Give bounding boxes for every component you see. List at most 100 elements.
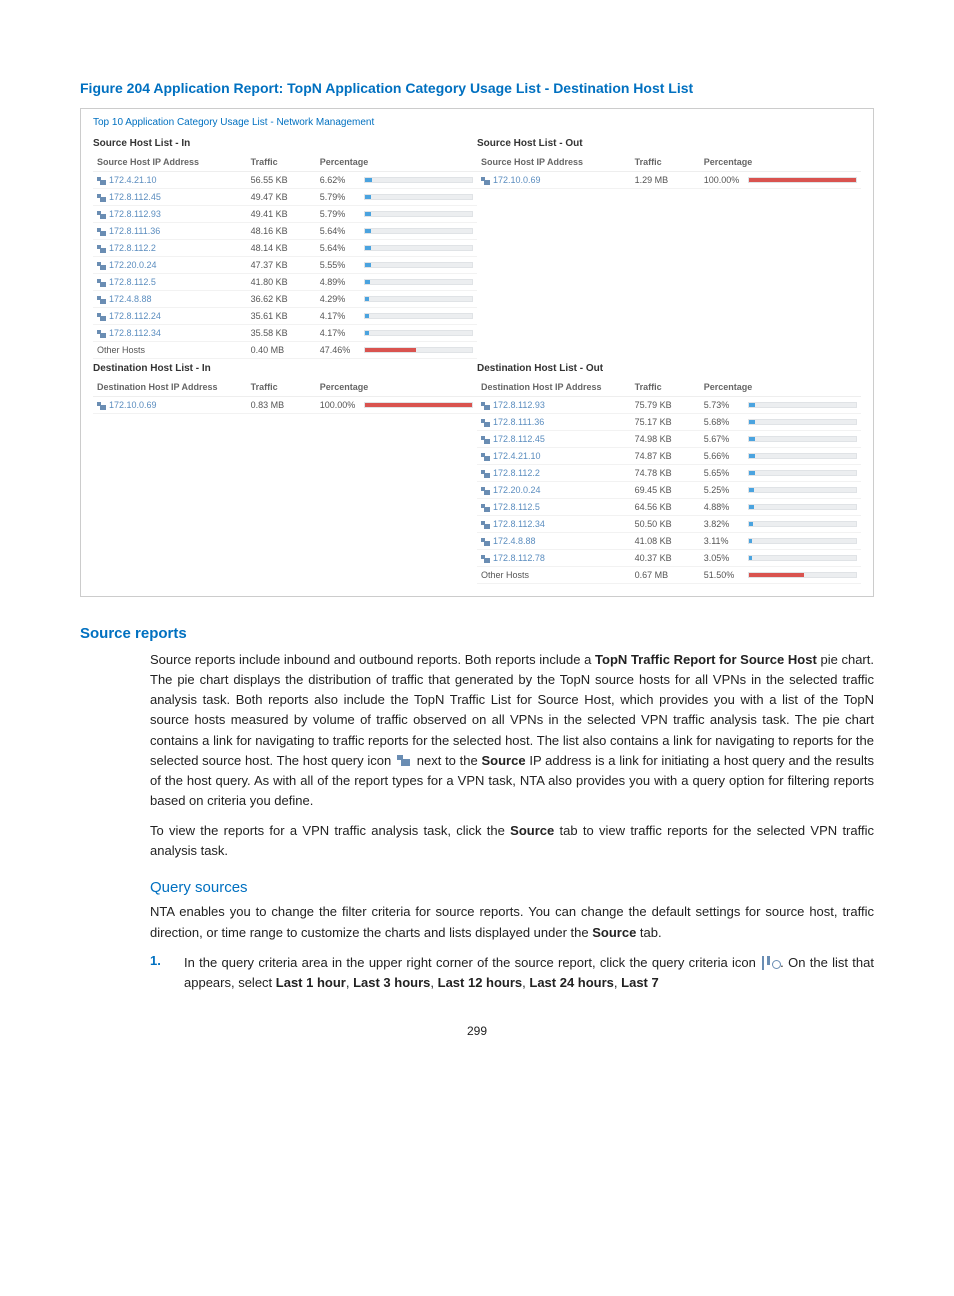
ip-address-link[interactable]: 172.8.112.34 [93,325,247,342]
percentage-bar-fill [365,331,369,335]
column-header: Destination Host IP Address [93,378,247,397]
ip-address-link[interactable]: 172.8.112.34 [477,516,631,533]
body-text: NTA enables you to change the filter cri… [150,902,874,942]
report-panel: Destination Host List - InDestination Ho… [93,359,477,584]
ordered-list: 1. In the query criteria area in the upp… [150,953,874,995]
traffic-cell: 75.17 KB [631,414,700,431]
ip-address-link[interactable]: 172.10.0.69 [93,397,247,414]
data-table: Source Host IP AddressTrafficPercentage1… [477,153,861,189]
ip-address-link[interactable]: 172.8.111.36 [93,223,247,240]
table-row: 172.8.112.7840.37 KB3.05% [477,550,861,567]
column-header: Percentage [316,153,477,172]
host-icon [481,487,490,495]
table-row: 172.20.0.2447.37 KB5.55% [93,257,477,274]
host-icon [481,177,490,185]
ip-address-link[interactable]: 172.8.112.2 [93,240,247,257]
percentage-cell: 3.05% [700,550,861,567]
percentage-bar [748,419,857,425]
ip-address-link[interactable]: 172.10.0.69 [477,172,631,189]
panel-title: Source Host List - In [93,134,477,153]
ip-text: 172.4.21.10 [493,451,541,461]
traffic-cell: 41.08 KB [631,533,700,550]
ip-address-link[interactable]: 172.8.112.2 [477,465,631,482]
list-number: 1. [150,953,166,995]
table-row: 172.8.112.4574.98 KB5.67% [477,431,861,448]
column-header: Percentage [700,378,861,397]
table-row: 172.8.112.248.14 KB5.64% [93,240,477,257]
percentage-bar-fill [365,246,371,250]
ip-address-link[interactable]: 172.4.8.88 [93,291,247,308]
ip-address-link[interactable]: 172.20.0.24 [477,482,631,499]
ip-text: 172.8.112.24 [109,311,161,321]
host-icon [97,194,106,202]
ip-address-link[interactable]: 172.8.112.24 [93,308,247,325]
traffic-cell: 35.61 KB [247,308,316,325]
traffic-cell: 75.79 KB [631,397,700,414]
ip-address-link[interactable]: 172.4.21.10 [477,448,631,465]
ip-text: 172.8.112.93 [493,400,545,410]
percentage-cell: 5.64% [316,240,477,257]
percentage-bar-fill [749,488,755,492]
percentage-bar [364,177,473,183]
table-row: 172.4.8.8841.08 KB3.11% [477,533,861,550]
table-row: 172.8.112.274.78 KB5.65% [477,465,861,482]
percentage-value: 5.65% [704,468,742,478]
ip-address-link[interactable]: 172.8.112.93 [477,397,631,414]
ip-address-link[interactable]: 172.8.112.45 [93,189,247,206]
percentage-bar-fill [365,280,370,284]
percentage-bar [748,504,857,510]
column-header: Traffic [631,378,700,397]
body-text: Source reports include inbound and outbo… [150,650,874,861]
report-panel: Destination Host List - OutDestination H… [477,359,861,584]
ip-address-link[interactable]: 172.8.112.5 [93,274,247,291]
percentage-bar-fill [749,573,804,577]
ip-address-link[interactable]: 172.8.112.45 [477,431,631,448]
percentage-value: 3.82% [704,519,742,529]
percentage-bar [364,402,473,408]
table-row: 172.10.0.690.83 MB100.00% [93,397,477,414]
figure-title: Figure 204 Application Report: TopN Appl… [80,80,874,96]
traffic-cell: 64.56 KB [631,499,700,516]
bold-source: Source [482,753,526,768]
ip-address-link[interactable]: 172.8.112.78 [477,550,631,567]
ip-text: 172.4.21.10 [109,175,157,185]
percentage-value: 5.25% [704,485,742,495]
ip-address-link[interactable]: 172.8.112.5 [477,499,631,516]
host-icon [97,313,106,321]
percentage-bar [364,313,473,319]
percentage-cell: 4.29% [316,291,477,308]
ip-address-link[interactable]: 172.20.0.24 [93,257,247,274]
percentage-value: 100.00% [704,175,742,185]
table-row: 172.8.112.3435.58 KB4.17% [93,325,477,342]
percentage-value: 4.17% [320,328,358,338]
section-source-reports: Source reports [80,625,874,642]
percentage-bar-fill [749,556,752,560]
host-icon [97,296,106,304]
percentage-bar-fill [365,195,371,199]
column-header: Traffic [631,153,700,172]
host-icon [97,211,106,219]
ip-text: 172.8.112.5 [493,502,540,512]
bold-source: Source [510,823,554,838]
ip-address-link[interactable]: 172.8.112.93 [93,206,247,223]
ip-address-link[interactable]: 172.8.111.36 [477,414,631,431]
ip-address-link[interactable]: 172.4.8.88 [477,533,631,550]
percentage-value: 4.17% [320,311,358,321]
option: Last 1 hour [276,975,346,990]
data-table: Destination Host IP AddressTrafficPercen… [93,378,477,414]
traffic-cell: 50.50 KB [631,516,700,533]
ip-address-link[interactable]: 172.4.21.10 [93,172,247,189]
percentage-cell: 4.17% [316,325,477,342]
percentage-cell: 4.88% [700,499,861,516]
table-row: 172.4.21.1074.87 KB5.66% [477,448,861,465]
ip-text: 172.8.112.78 [493,553,545,563]
traffic-cell: 48.16 KB [247,223,316,240]
percentage-cell: 100.00% [316,397,477,414]
percentage-cell: 5.68% [700,414,861,431]
percentage-value: 5.79% [320,192,358,202]
option: Last 7 [621,975,659,990]
percentage-value: 5.64% [320,243,358,253]
percentage-bar [364,194,473,200]
column-header: Traffic [247,153,316,172]
panel-title: Destination Host List - Out [477,359,861,378]
